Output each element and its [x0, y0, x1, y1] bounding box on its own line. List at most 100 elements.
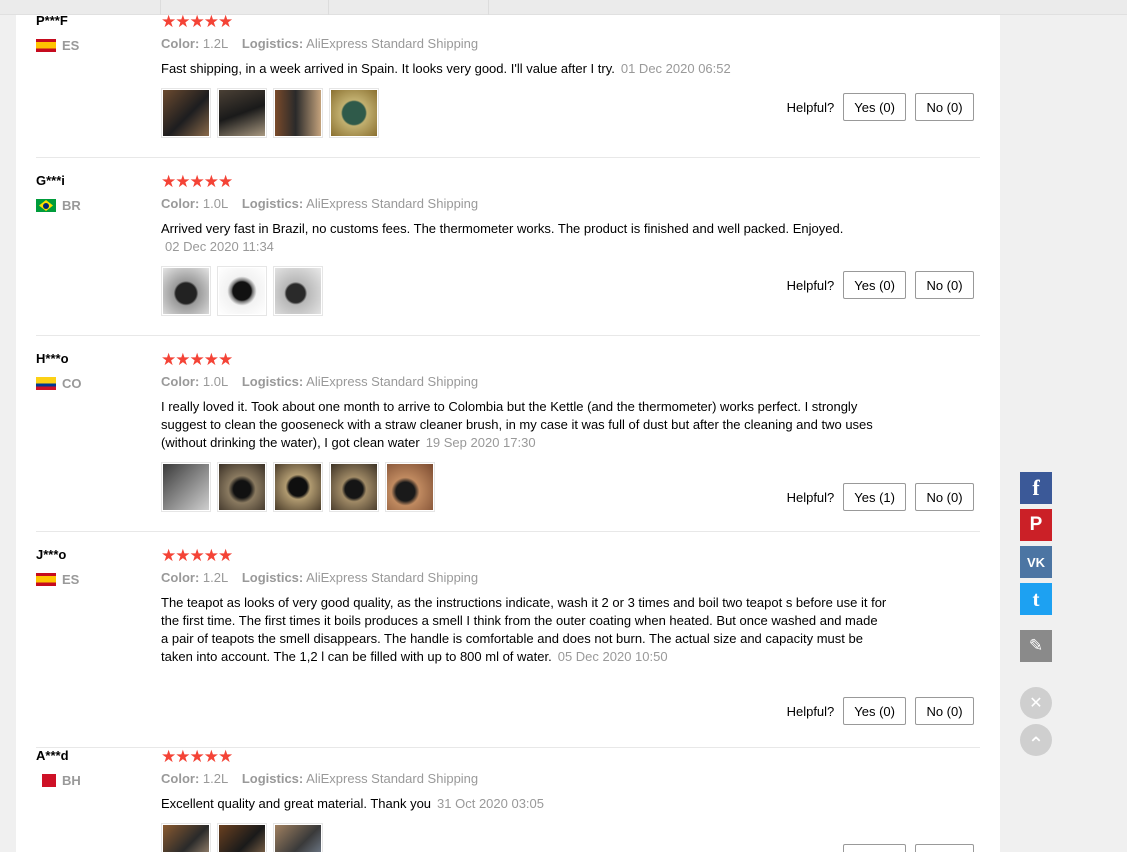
helpful-vote: Helpful? Yes (1) No (0) — [787, 483, 974, 511]
reviewer-name: G***i — [36, 173, 65, 188]
color-value: 1.2L — [202, 771, 229, 786]
country-code: ES — [62, 572, 80, 587]
review-divider — [36, 157, 980, 158]
country-code: BH — [62, 773, 81, 788]
logistics-value: AliExpress Standard Shipping — [306, 570, 479, 585]
review-meta: Color: 1.2L Logistics: AliExpress Standa… — [161, 570, 478, 585]
spain-flag-icon — [36, 39, 56, 52]
review-photo[interactable] — [217, 462, 267, 512]
review-photo[interactable] — [217, 266, 267, 316]
helpful-label: Helpful? — [786, 489, 835, 505]
helpful-label: Helpful? — [786, 277, 835, 293]
review-meta: Color: 1.0L Logistics: AliExpress Standa… — [161, 374, 478, 389]
color-label: Color: — [161, 196, 200, 211]
vote-yes-button[interactable]: Yes (0) — [843, 271, 906, 299]
review-meta: Color: 1.0L Logistics: AliExpress Standa… — [161, 196, 478, 211]
logistics-label: Logistics: — [241, 570, 304, 585]
country-code: ES — [62, 38, 80, 53]
review-text: Fast shipping, in a week arrived in Spai… — [161, 60, 886, 78]
star-rating: ★★★★★ — [161, 546, 233, 565]
review-photo[interactable] — [217, 88, 267, 138]
review-photo[interactable] — [161, 88, 211, 138]
top-tab[interactable] — [328, 0, 488, 15]
review-photos — [161, 266, 323, 316]
logistics-label: Logistics: — [241, 36, 304, 51]
helpful-label: Helpful? — [786, 99, 835, 115]
top-tab[interactable] — [160, 0, 328, 15]
review-text: I really loved it. Took about one month … — [161, 398, 883, 452]
reviewer-country: BR — [36, 198, 81, 213]
vote-no-button[interactable]: No (0) — [915, 271, 974, 299]
reviewer-name: P***F — [36, 15, 68, 28]
reviews-list: P***F ES ★★★★★ Color: 1.2L Logistics: Al… — [16, 15, 1000, 852]
edit-button[interactable]: ✎ — [1020, 630, 1052, 662]
color-label: Color: — [161, 374, 200, 389]
review-meta: Color: 1.2L Logistics: AliExpress Standa… — [161, 771, 478, 786]
review-photo[interactable] — [161, 266, 211, 316]
review-photo[interactable] — [273, 266, 323, 316]
review-photo[interactable] — [161, 823, 211, 852]
review-photos — [161, 88, 379, 138]
logistics-value: AliExpress Standard Shipping — [306, 771, 479, 786]
review-body: Excellent quality and great material. Th… — [161, 796, 432, 811]
reviewer-name: A***d — [36, 748, 69, 763]
reviewer-country: ES — [36, 38, 79, 53]
star-rating: ★★★★★ — [161, 747, 233, 766]
review-text: Arrived very fast in Brazil, no customs … — [161, 220, 886, 256]
pinterest-icon: P — [1029, 514, 1043, 535]
review-date: 02 Dec 2020 11:34 — [165, 239, 274, 254]
review-text: The teapot as looks of very good quality… — [161, 594, 887, 666]
review-date: 01 Dec 2020 06:52 — [620, 61, 731, 76]
scroll-to-top-button[interactable]: ⌃ — [1020, 724, 1052, 756]
vote-yes-button[interactable]: Yes (0) — [843, 844, 906, 852]
review-photo[interactable] — [161, 462, 211, 512]
twitter-share-button[interactable]: t — [1020, 583, 1052, 615]
reviewer-country: CO — [36, 376, 82, 391]
review-photo[interactable] — [329, 462, 379, 512]
reviewer-name: J***o — [36, 547, 67, 562]
review-photos — [161, 823, 323, 852]
color-value: 1.0L — [202, 374, 229, 389]
star-rating: ★★★★★ — [161, 350, 233, 369]
color-value: 1.0L — [202, 196, 229, 211]
review-photo[interactable] — [217, 823, 267, 852]
logistics-value: AliExpress Standard Shipping — [306, 36, 479, 51]
logistics-label: Logistics: — [241, 374, 304, 389]
country-code: CO — [62, 376, 82, 391]
review-date: 31 Oct 2020 03:05 — [437, 796, 545, 811]
logistics-value: AliExpress Standard Shipping — [306, 374, 479, 389]
close-button[interactable]: ✕ — [1020, 687, 1052, 719]
vote-no-button[interactable]: No (0) — [915, 844, 974, 852]
twitter-icon: t — [1032, 586, 1040, 611]
close-icon: ✕ — [1029, 695, 1043, 712]
review-photo[interactable] — [273, 88, 323, 138]
vk-share-button[interactable]: VK — [1020, 546, 1052, 578]
review-text: Excellent quality and great material. Th… — [161, 795, 886, 813]
review-date: 05 Dec 2020 10:50 — [557, 649, 668, 664]
reviewer-name: H***o — [36, 351, 69, 366]
review-body: Fast shipping, in a week arrived in Spai… — [161, 61, 615, 76]
pinterest-share-button[interactable]: P — [1020, 509, 1052, 541]
vote-no-button[interactable]: No (0) — [915, 93, 974, 121]
logistics-label: Logistics: — [241, 196, 304, 211]
review-photo[interactable] — [329, 88, 379, 138]
vote-yes-button[interactable]: Yes (1) — [843, 483, 906, 511]
review-photo[interactable] — [273, 823, 323, 852]
star-rating: ★★★★★ — [161, 172, 233, 191]
vote-yes-button[interactable]: Yes (0) — [843, 697, 906, 725]
facebook-share-button[interactable]: f — [1020, 472, 1052, 504]
reviewer-country: BH — [36, 773, 81, 788]
color-value: 1.2L — [202, 570, 229, 585]
color-value: 1.2L — [202, 36, 229, 51]
vote-yes-button[interactable]: Yes (0) — [843, 93, 906, 121]
review-photo[interactable] — [273, 462, 323, 512]
review-body: The teapot as looks of very good quality… — [161, 595, 887, 664]
vote-no-button[interactable]: No (0) — [915, 697, 974, 725]
review-divider — [36, 335, 980, 336]
star-rating: ★★★★★ — [161, 15, 233, 31]
spain-flag-icon — [36, 573, 56, 586]
review-photo[interactable] — [385, 462, 435, 512]
review-divider — [36, 531, 980, 532]
vote-no-button[interactable]: No (0) — [915, 483, 974, 511]
colombia-flag-icon — [36, 377, 56, 390]
